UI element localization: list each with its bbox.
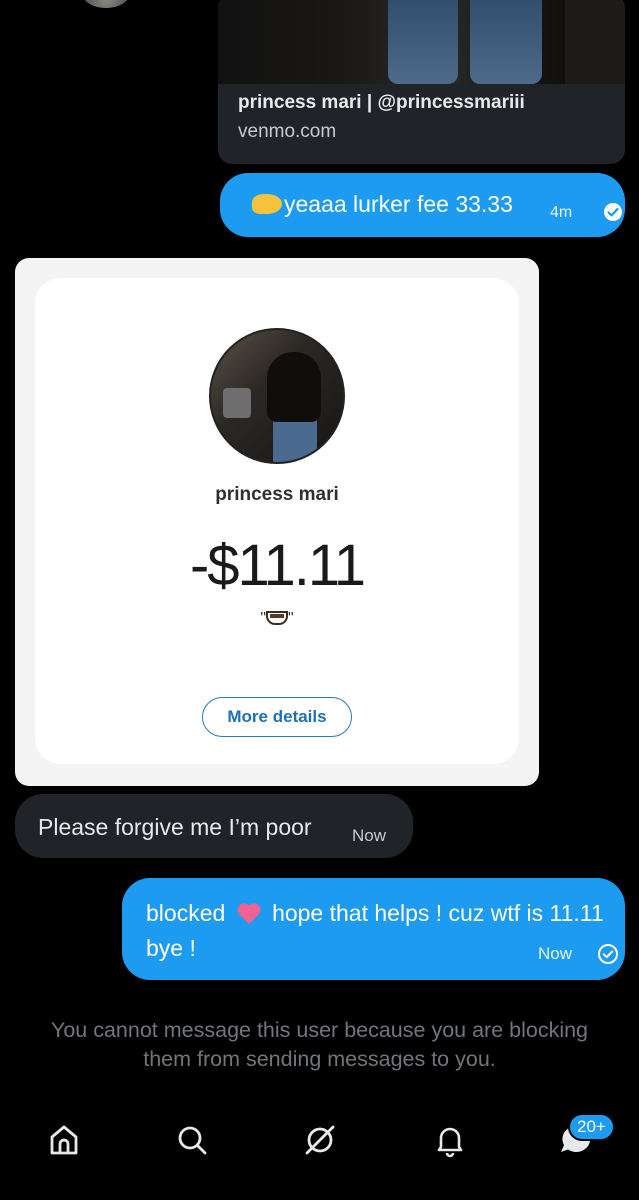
dm-conversation: princess mari | @princessmariii venmo.co… <box>0 0 639 1200</box>
message-text: yeaaa lurker fee 33.33 <box>252 191 513 218</box>
link-preview-card[interactable]: princess mari | @princessmariii venmo.co… <box>218 0 625 164</box>
messages-count-badge: 20+ <box>568 1113 615 1141</box>
message-body: yeaaa lurker fee 33.33 <box>284 191 513 217</box>
heart-with-arrow-emoji-icon <box>236 902 262 924</box>
photo-detail <box>565 0 625 84</box>
link-preview-image <box>218 0 625 84</box>
message-text: blocked hope that helps ! cuz wtf is 11.… <box>146 896 605 966</box>
photo-detail <box>470 0 542 84</box>
search-icon-graphic <box>178 1126 207 1155</box>
message-body: Please forgive me I’m poor <box>38 814 312 840</box>
bell-icon-graphic <box>437 1127 463 1158</box>
photo-detail <box>388 0 458 84</box>
grok-icon[interactable] <box>300 1120 340 1160</box>
venmo-note: " " <box>35 610 519 628</box>
venmo-card-body: princess mari -$11.11 " " More details <box>35 278 519 764</box>
blocked-notice: You cannot message this user because you… <box>50 1018 589 1071</box>
received-message-forgive[interactable]: Please forgive me I’m poor Now <box>15 794 413 858</box>
quote-close: " <box>288 610 294 627</box>
venmo-payment-card[interactable]: princess mari -$11.11 " " More details <box>15 258 539 786</box>
message-timestamp: 4m <box>550 204 573 221</box>
coffee-emoji-icon <box>266 611 288 625</box>
sent-check-icon <box>598 944 618 964</box>
venmo-amount: -$11.11 <box>189 533 366 598</box>
sent-message-lurker[interactable]: yeaaa lurker fee 33.33 4m <box>220 173 625 237</box>
link-preview-domain: venmo.com <box>238 121 337 142</box>
pointing-hand-emoji-icon <box>252 194 282 214</box>
search-icon[interactable] <box>172 1120 212 1160</box>
venmo-recipient-name: princess mari <box>215 484 339 505</box>
sender-avatar[interactable] <box>82 0 130 8</box>
bottom-navigation <box>0 1100 639 1200</box>
message-body-start: blocked <box>146 900 226 926</box>
grok-icon-graphic <box>305 1125 335 1155</box>
message-timestamp: Now <box>352 826 387 845</box>
venmo-avatar <box>209 328 345 464</box>
link-preview-title: princess mari | @princessmariii <box>238 92 525 113</box>
home-icon[interactable] <box>44 1120 84 1160</box>
more-details-button[interactable]: More details <box>202 697 352 737</box>
photo-detail <box>223 388 251 418</box>
message-timestamp: Now <box>538 944 573 963</box>
sent-message-blocked[interactable]: blocked hope that helps ! cuz wtf is 11.… <box>122 878 625 980</box>
home-icon-graphic <box>50 1125 78 1155</box>
photo-detail <box>267 352 321 422</box>
bell-icon[interactable] <box>430 1120 470 1160</box>
read-check-icon <box>604 203 622 221</box>
